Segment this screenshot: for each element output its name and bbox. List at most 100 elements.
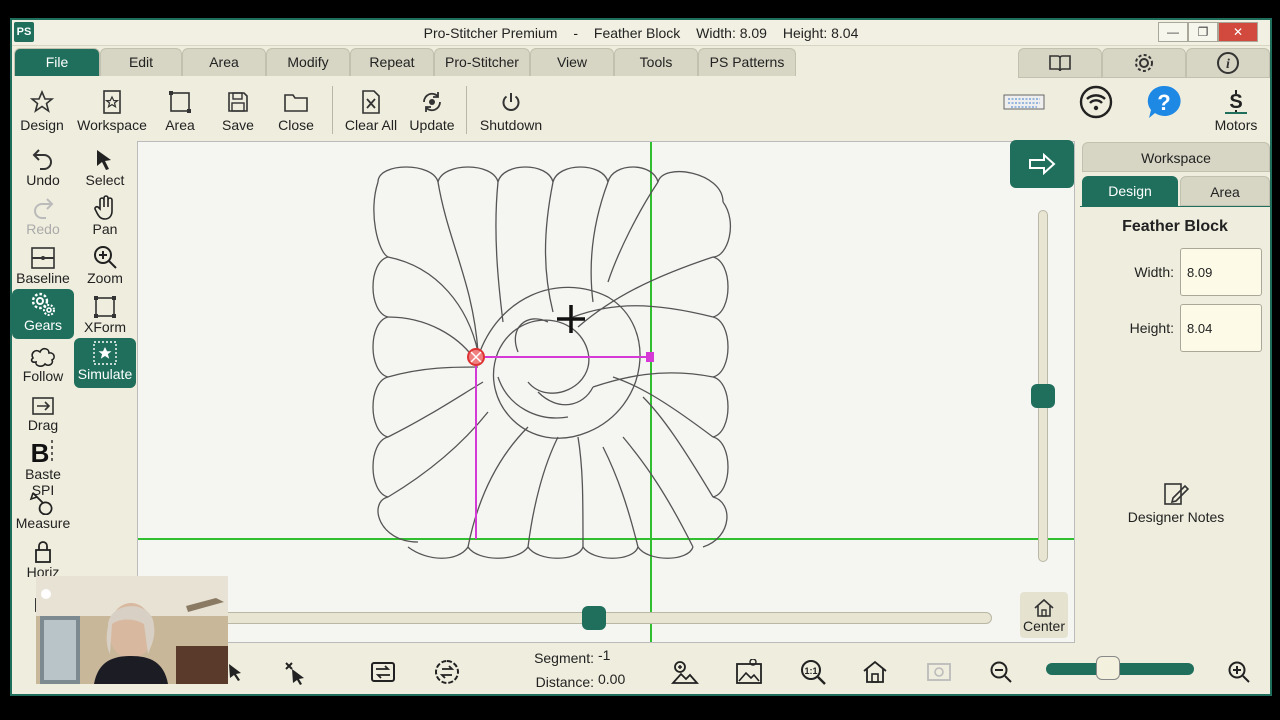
simulate-button[interactable]: Simulate [74, 338, 136, 388]
measure-button[interactable]: Measure [12, 487, 74, 535]
shutdown-button[interactable]: Shutdown [476, 88, 546, 138]
power-icon [502, 93, 520, 111]
height-field[interactable]: 8.04 [1180, 304, 1262, 352]
zoom-actual-size-button[interactable]: 1:1 [798, 658, 828, 686]
star-icon [30, 90, 54, 113]
tab-workspace[interactable]: Workspace [1082, 142, 1270, 172]
zoom-out-icon [990, 661, 1012, 683]
info-icon: i [1217, 52, 1239, 74]
zoom-slider[interactable] [1046, 663, 1194, 675]
tab-pro-stitcher[interactable]: Pro-Stitcher [434, 48, 530, 76]
area-icon [169, 91, 191, 113]
zoom-button[interactable]: Zoom [74, 242, 136, 290]
selection-path [475, 356, 651, 539]
width-label: Width: [1134, 264, 1174, 280]
select-button[interactable]: Select [74, 144, 136, 192]
redo-icon [34, 198, 54, 219]
zoom-slider-thumb[interactable] [1096, 656, 1120, 680]
panel-divider [1080, 206, 1270, 207]
update-button[interactable]: Update [406, 88, 458, 138]
lock-icon [35, 541, 51, 563]
close-button[interactable]: Close [276, 88, 316, 138]
next-arrow-button[interactable] [1010, 140, 1074, 188]
tab-design[interactable]: Design [1082, 176, 1178, 206]
undo-button[interactable]: Undo [12, 144, 74, 192]
zoom-out-button[interactable] [986, 658, 1016, 686]
stitch-mode-button[interactable] [368, 658, 398, 686]
pan-button[interactable]: Pan [74, 193, 136, 241]
gears-button[interactable]: Gears [12, 289, 74, 339]
design-canvas[interactable] [137, 141, 1075, 643]
baseline-button[interactable]: Baseline [12, 242, 74, 290]
svg-text:B: B [31, 438, 50, 466]
help-button[interactable]: ? [1142, 85, 1186, 138]
baste-spi-button[interactable]: B Baste SPI [12, 438, 74, 498]
drag-button[interactable]: Drag [12, 389, 74, 437]
select-arrow-icon [97, 150, 111, 170]
folder-icon [284, 94, 308, 112]
design-button[interactable]: Design [18, 88, 66, 138]
xform-button[interactable]: XForm [74, 291, 136, 339]
select-arrow-icon [229, 664, 241, 681]
drag-icon [32, 397, 54, 415]
zoom-image-button[interactable] [734, 658, 764, 686]
horizontal-slider-thumb[interactable] [582, 606, 606, 630]
tab-ps-patterns[interactable]: PS Patterns [698, 48, 796, 76]
arrow-right-icon [1029, 153, 1056, 175]
tab-edit[interactable]: Edit [100, 48, 182, 76]
tab-area-panel[interactable]: Area [1180, 176, 1270, 206]
tab-info[interactable]: i [1186, 48, 1270, 78]
title-separator: - [573, 25, 578, 41]
save-button[interactable]: Save [220, 88, 256, 138]
restore-button[interactable]: ❐ [1188, 22, 1218, 42]
baste-icon: B [31, 438, 53, 466]
motors-icon: S [1225, 90, 1247, 114]
designer-notes-button[interactable]: Designer Notes [1120, 480, 1232, 525]
zoom-in-button[interactable] [1224, 658, 1254, 686]
tab-modify[interactable]: Modify [266, 48, 350, 76]
swap-button[interactable] [432, 658, 462, 686]
workspace-button[interactable]: Workspace [76, 88, 148, 138]
design-name: Feather Block [593, 25, 681, 41]
follow-button[interactable]: Follow [12, 340, 74, 388]
close-window-button[interactable]: ✕ [1218, 22, 1258, 42]
distance-label: Distance: [535, 674, 594, 690]
vertical-slider-thumb[interactable] [1031, 384, 1055, 408]
zoom-image-icon [736, 659, 762, 684]
width-field[interactable]: 8.09 [1180, 248, 1262, 296]
motors-button[interactable]: S Motors [1208, 88, 1264, 138]
zoom-design-button[interactable] [670, 658, 700, 686]
redo-button[interactable]: Redo [12, 193, 74, 241]
minimize-button[interactable]: — [1158, 22, 1188, 42]
clear-all-button[interactable]: Clear All [342, 88, 400, 138]
tab-file[interactable]: File [14, 48, 100, 76]
baseline-icon [31, 247, 55, 269]
tab-settings[interactable] [1102, 48, 1186, 78]
area-button[interactable]: Area [162, 88, 198, 138]
tab-book[interactable] [1018, 48, 1102, 78]
multi-select-tool[interactable] [280, 658, 310, 686]
center-button[interactable]: Center [1020, 592, 1068, 638]
zoom-icon [94, 246, 117, 269]
main-toolbar: Design Workspace Area Save Close Clear A… [12, 80, 1270, 140]
measure-icon [29, 492, 53, 515]
right-panel: Workspace Design Area Feather Block Widt… [1080, 140, 1270, 640]
tab-view[interactable]: View [530, 48, 614, 76]
tab-area[interactable]: Area [182, 48, 266, 76]
tab-tools[interactable]: Tools [614, 48, 698, 76]
save-icon [228, 92, 248, 112]
zoom-fit-icon [927, 663, 951, 681]
follow-icon [30, 347, 55, 367]
swap-icon [435, 659, 459, 685]
multi-select-icon [285, 662, 304, 685]
tab-repeat[interactable]: Repeat [350, 48, 434, 76]
simulate-icon [93, 341, 117, 365]
zoom-fit-button[interactable] [924, 658, 954, 686]
zoom-home-button[interactable] [860, 658, 890, 686]
wifi-button[interactable] [1074, 85, 1118, 138]
title-bar: PS Pro-Stitcher Premium - Feather Block … [12, 20, 1270, 46]
keyboard-button[interactable] [1002, 88, 1046, 138]
home-icon [1034, 598, 1054, 617]
keyboard-icon [1003, 94, 1045, 110]
undo-icon [32, 149, 52, 170]
